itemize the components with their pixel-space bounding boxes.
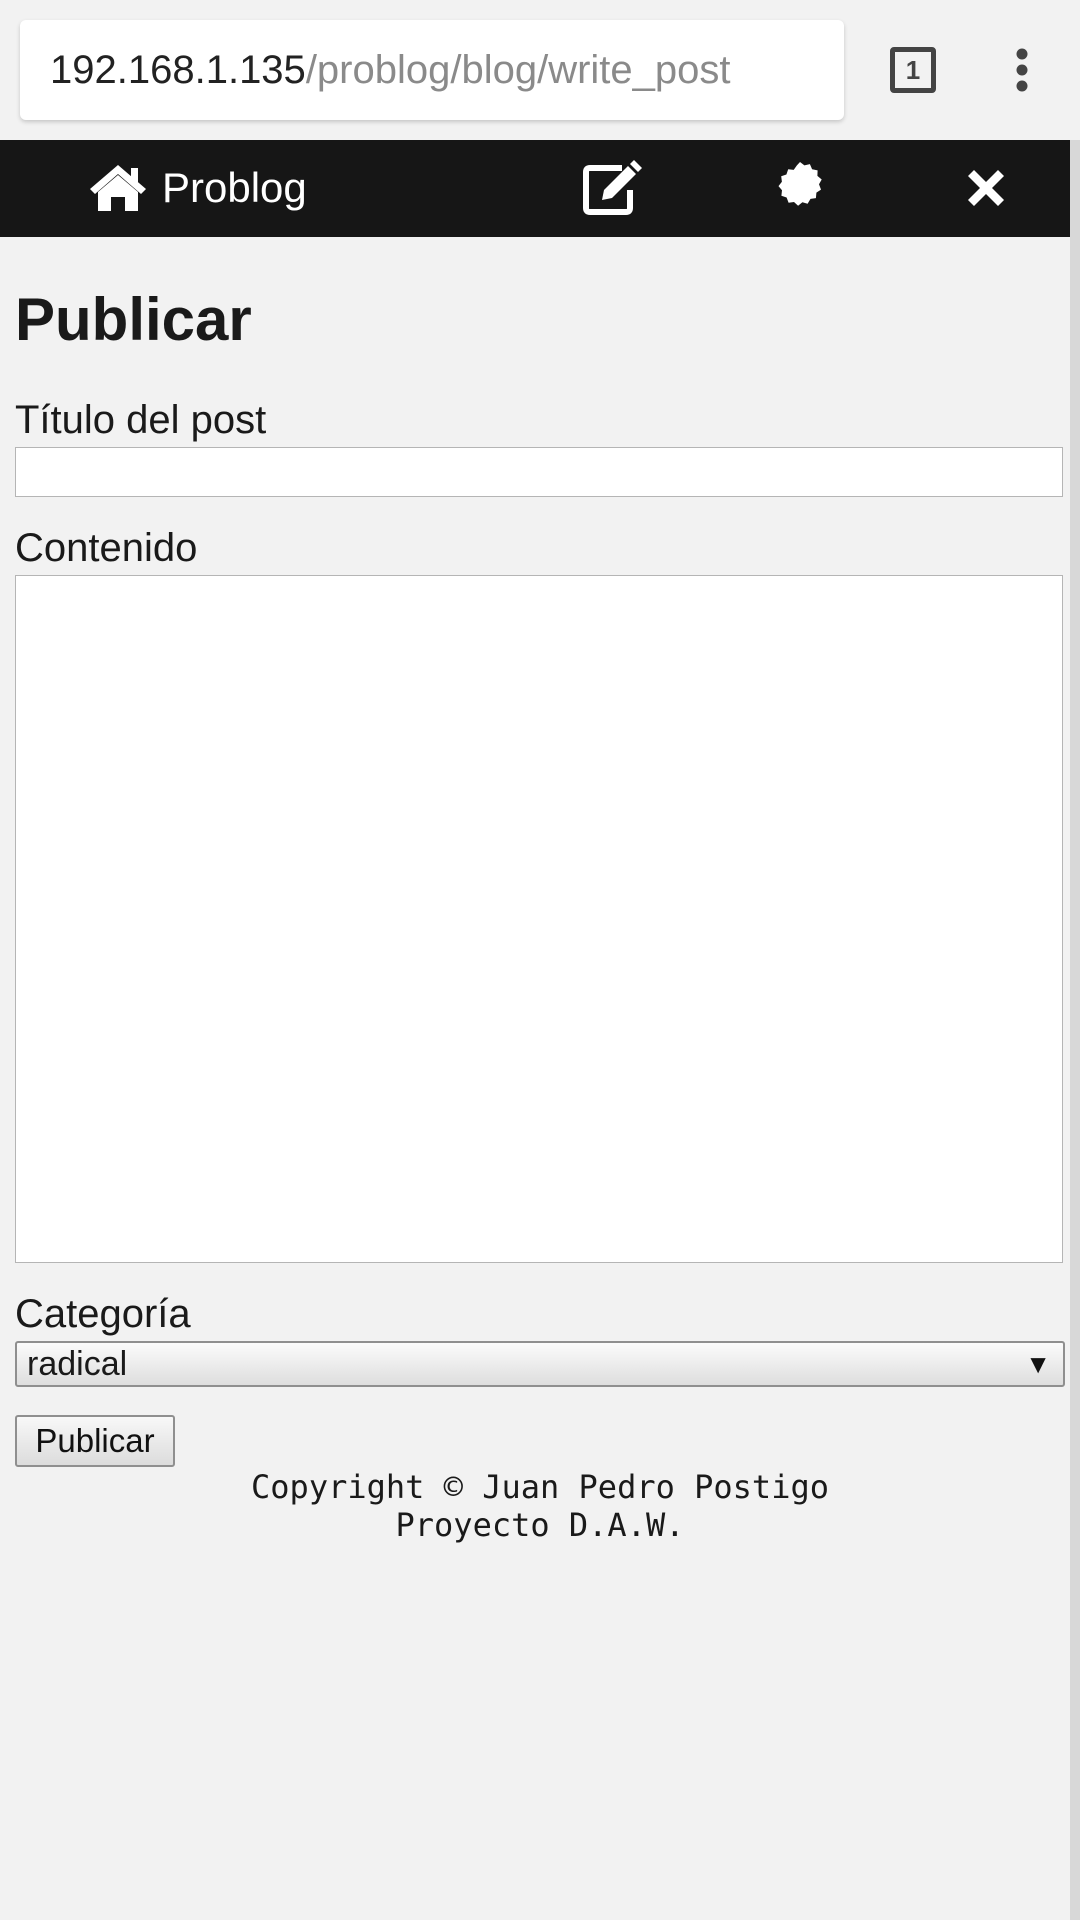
titulo-input[interactable]: [15, 447, 1063, 497]
tab-count: 1: [905, 54, 921, 85]
overflow-menu-icon[interactable]: [1005, 48, 1039, 92]
brand-label: Problog: [162, 164, 307, 211]
tabs-icon[interactable]: 1: [890, 47, 936, 93]
page-title: Publicar: [15, 286, 252, 353]
home-icon: [88, 163, 148, 213]
url-path: /problog/blog/write_post: [305, 47, 731, 92]
project-text: Proyecto D.A.W.: [395, 1506, 685, 1544]
contenido-label: Contenido: [15, 526, 198, 570]
home-link[interactable]: Problog: [88, 160, 307, 216]
categoria-label: Categoría: [15, 1292, 191, 1336]
contenido-textarea[interactable]: [15, 575, 1063, 1263]
url-host: 192.168.1.135: [50, 47, 306, 92]
dropdown-arrow-icon: ▼: [1025, 1349, 1051, 1379]
page-scrollbar[interactable]: [1070, 140, 1080, 1920]
categoria-selected-value: radical: [27, 1345, 128, 1383]
categoria-select[interactable]: radical ▼: [15, 1341, 1065, 1387]
close-icon[interactable]: [956, 160, 1016, 216]
footer: Copyright © Juan Pedro Postigo Proyecto …: [0, 1468, 1080, 1544]
copyright-text: Copyright © Juan Pedro Postigo: [251, 1468, 829, 1506]
edit-icon[interactable]: [582, 160, 642, 216]
site-navbar: Problog: [0, 140, 1070, 237]
browser-toolbar: 192.168.1.135/problog/blog/write_post 1: [0, 0, 1080, 140]
write-post-form: Publicar Título del post Contenido Categ…: [15, 237, 1065, 1467]
address-bar[interactable]: 192.168.1.135/problog/blog/write_post: [20, 20, 844, 120]
publicar-button[interactable]: Publicar: [15, 1415, 175, 1467]
gear-icon[interactable]: [770, 160, 830, 216]
titulo-label: Título del post: [15, 398, 267, 442]
